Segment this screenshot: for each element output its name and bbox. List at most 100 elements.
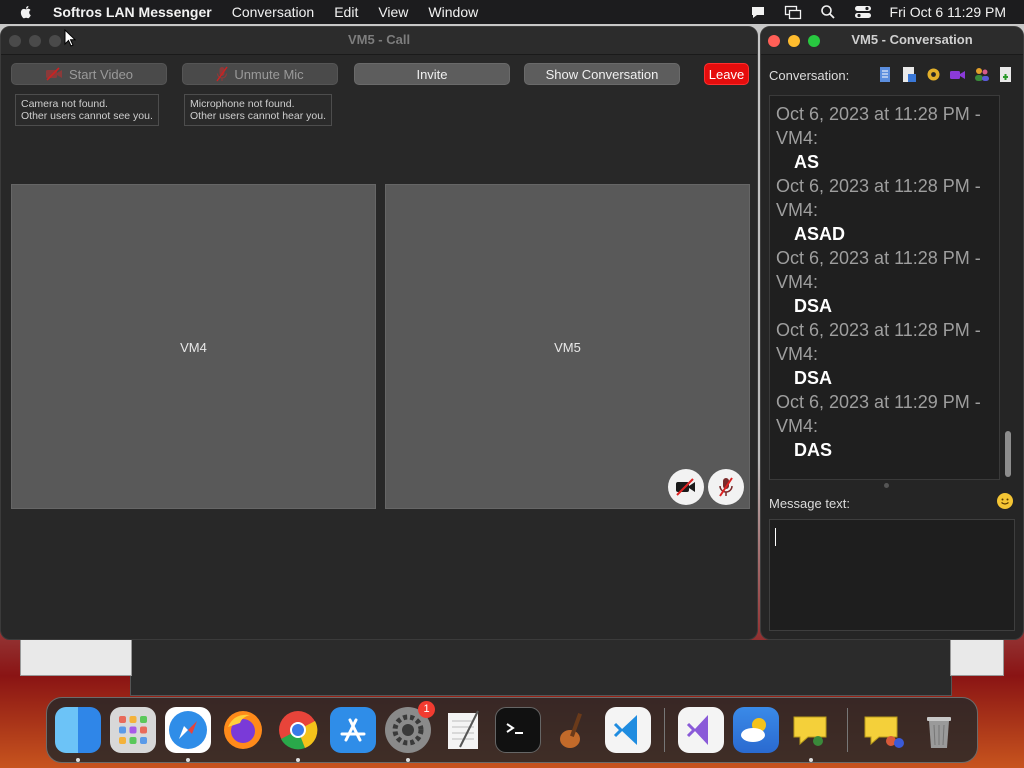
participant-tile-vm5: VM5	[385, 184, 750, 509]
message-entry: Oct 6, 2023 at 11:28 PM - VM4: AS	[770, 102, 999, 174]
message-entry: Oct 6, 2023 at 11:29 PM - VM4: DAS	[770, 390, 999, 462]
notification-badge: 1	[418, 701, 435, 718]
mouse-pointer-icon	[64, 29, 76, 47]
textedit-icon[interactable]	[440, 707, 486, 753]
message-meta: Oct 6, 2023 at 11:28 PM - VM4:	[776, 320, 981, 364]
apple-icon[interactable]	[18, 4, 34, 20]
participant-name: VM5	[554, 340, 581, 355]
emoji-icon[interactable]	[997, 493, 1013, 509]
conversation-label: Conversation:	[769, 68, 850, 83]
mic-off-indicator-icon	[708, 469, 744, 505]
send-file-icon[interactable]	[901, 66, 918, 83]
call-window: VM5 - Call Start Video Unmute Mic Invite…	[0, 26, 758, 640]
menu-window[interactable]: Window	[428, 4, 478, 20]
menu-app-name[interactable]: Softros LAN Messenger	[53, 4, 212, 20]
running-indicator	[186, 758, 190, 762]
menu-view[interactable]: View	[378, 4, 408, 20]
message-meta: Oct 6, 2023 at 11:28 PM - VM4:	[776, 176, 981, 220]
running-indicator	[76, 758, 80, 762]
invite-label: Invite	[416, 66, 448, 82]
menu-clock[interactable]: Fri Oct 6 11:29 PM	[890, 4, 1006, 20]
message-entry: Oct 6, 2023 at 11:28 PM - VM4: DSA	[770, 318, 999, 390]
unmute-mic-button[interactable]: Unmute Mic	[182, 63, 338, 85]
message-text: AS	[794, 152, 820, 172]
export-icon[interactable]	[997, 66, 1014, 83]
message-text: ASAD	[794, 224, 846, 244]
conversation-window: VM5 - Conversation Conversation: AD Oct …	[760, 26, 1024, 640]
messenger-status-icon[interactable]	[750, 4, 766, 20]
conversation-window-titlebar[interactable]: VM5 - Conversation	[761, 27, 1023, 55]
conversation-window-title: VM5 - Conversation	[851, 32, 973, 47]
control-center-icon[interactable]	[854, 4, 872, 20]
history-icon[interactable]	[877, 66, 894, 83]
garageband-icon[interactable]	[550, 707, 596, 753]
dock-separator	[847, 708, 848, 752]
finder-icon[interactable]	[55, 707, 101, 762]
message-text: DAS	[794, 440, 833, 460]
running-indicator	[406, 758, 410, 762]
message-text: DSA	[794, 296, 833, 316]
firefox-icon[interactable]	[220, 707, 266, 753]
message-meta: Oct 6, 2023 at 11:29 PM - VM4:	[776, 392, 981, 436]
invite-button[interactable]: Invite	[354, 63, 510, 85]
message-meta: Oct 6, 2023 at 11:28 PM - VM4:	[776, 248, 981, 292]
spotlight-search-icon[interactable]	[820, 4, 836, 20]
visual-studio-icon[interactable]	[678, 707, 724, 753]
terminal-icon[interactable]	[495, 707, 541, 753]
background-window	[130, 640, 952, 696]
show-conversation-button[interactable]: Show Conversation	[524, 63, 680, 85]
camera-off-indicator-icon	[668, 469, 704, 505]
camera-not-found-tooltip: Camera not found. Other users cannot see…	[15, 94, 159, 126]
screen-mirroring-icon[interactable]	[784, 4, 802, 20]
menu-conversation[interactable]: Conversation	[232, 4, 315, 20]
dock-separator	[664, 708, 665, 752]
menu-bar: Softros LAN Messenger Conversation Edit …	[0, 0, 1024, 24]
message-text: AD	[776, 96, 999, 102]
video-off-icon	[45, 67, 62, 81]
call-toolbar: Start Video Unmute Mic Invite Show Conve…	[1, 63, 757, 89]
leave-button[interactable]: Leave	[704, 63, 749, 85]
video-call-icon[interactable]	[949, 66, 966, 83]
background-window-left	[20, 640, 132, 676]
message-text-label: Message text:	[769, 496, 850, 511]
menu-edit[interactable]: Edit	[334, 4, 358, 20]
conversation-log[interactable]: AD Oct 6, 2023 at 11:28 PM - VM4: AS Oct…	[769, 95, 1000, 480]
app-store-icon[interactable]	[330, 707, 376, 753]
conversation-scrollbar[interactable]	[1003, 95, 1013, 480]
dock: 1	[46, 697, 978, 763]
vscode-icon[interactable]	[605, 707, 651, 753]
message-text: DSA	[794, 368, 833, 388]
weather-icon[interactable]	[733, 707, 779, 753]
chrome-icon[interactable]	[275, 707, 321, 762]
launchpad-icon[interactable]	[110, 707, 156, 753]
text-caret	[775, 528, 776, 546]
call-window-titlebar[interactable]: VM5 - Call	[1, 27, 757, 55]
scrollbar-thumb[interactable]	[1005, 431, 1011, 477]
start-video-button[interactable]: Start Video	[11, 63, 167, 85]
mic-off-icon	[216, 66, 228, 82]
splitter-handle[interactable]	[884, 483, 889, 488]
participant-tile-vm4: VM4	[11, 184, 376, 509]
softros-messenger-icon[interactable]	[788, 707, 834, 762]
participant-name: VM4	[180, 340, 207, 355]
message-text-input[interactable]	[769, 519, 1015, 631]
settings-icon[interactable]	[925, 66, 942, 83]
running-indicator	[809, 758, 813, 762]
running-indicator	[296, 758, 300, 762]
safari-icon[interactable]	[165, 707, 211, 762]
leave-label: Leave	[708, 66, 745, 82]
trash-icon[interactable]	[916, 707, 962, 753]
message-entry: Oct 6, 2023 at 11:28 PM - VM4: ASAD	[770, 174, 999, 246]
call-window-title: VM5 - Call	[347, 32, 411, 47]
softros-server-icon[interactable]	[861, 707, 907, 753]
add-users-icon[interactable]	[973, 66, 990, 83]
background-window-right	[950, 640, 1004, 676]
start-video-label: Start Video	[68, 66, 134, 82]
conversation-toolbar	[877, 66, 1014, 83]
show-conversation-label: Show Conversation	[545, 66, 659, 82]
microphone-not-found-tooltip: Microphone not found. Other users cannot…	[184, 94, 332, 126]
unmute-mic-label: Unmute Mic	[234, 66, 304, 82]
message-entry: Oct 6, 2023 at 11:28 PM - VM4: DSA	[770, 246, 999, 318]
system-settings-icon[interactable]: 1	[385, 701, 435, 762]
message-meta: Oct 6, 2023 at 11:28 PM - VM4:	[776, 104, 981, 148]
